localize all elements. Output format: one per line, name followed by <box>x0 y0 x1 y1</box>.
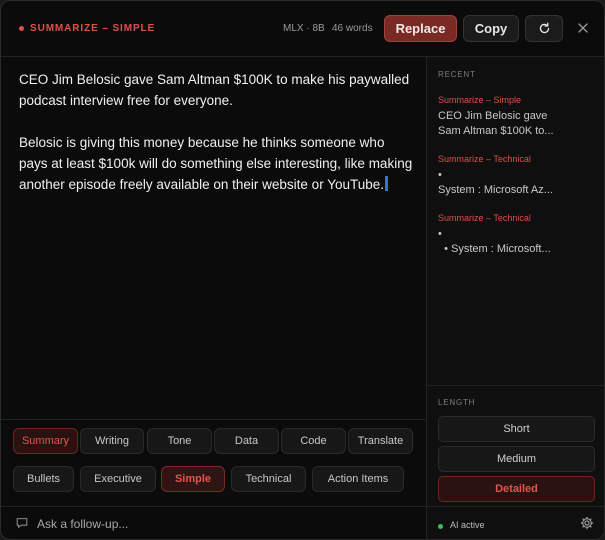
copy-button[interactable]: Copy <box>463 15 519 42</box>
recent-item-tag: Summarize – Technical <box>438 213 531 223</box>
recent-item-tag: Summarize – Simple <box>438 95 522 105</box>
replace-button[interactable]: Replace <box>384 15 457 42</box>
mode-indicator: SUMMARIZE – SIMPLE <box>19 23 155 34</box>
chip-tone[interactable]: Tone <box>147 428 212 454</box>
chip-technical[interactable]: Technical <box>231 466 306 492</box>
mode-chips: Summary Writing Tone Data Code Translate… <box>1 419 426 506</box>
recent-item-tag: Summarize – Technical <box>438 154 531 164</box>
status-indicator <box>438 524 443 529</box>
app-window: SUMMARIZE – SIMPLE MLX · 8B 46 words Rep… <box>0 0 605 540</box>
chat-bubble-icon <box>15 516 29 530</box>
chip-summary[interactable]: Summary <box>13 428 78 454</box>
recent-item-preview: CEO Jim Belosic gave Sam Altman $100K to… <box>438 110 554 137</box>
close-button[interactable] <box>576 21 590 35</box>
output-text[interactable]: CEO Jim Belosic gave Sam Altman $100K to… <box>19 69 414 216</box>
sidebar: RECENT Summarize – Simple CEO Jim Belosi… <box>426 57 604 539</box>
output-paragraph: CEO Jim Belosic gave Sam Altman $100K to… <box>19 72 410 108</box>
followup-input[interactable] <box>37 514 417 534</box>
chip-data[interactable]: Data <box>214 428 279 454</box>
gear-icon <box>580 516 594 530</box>
mode-dot <box>19 26 24 31</box>
status-text: AI active <box>450 520 485 530</box>
chip-code[interactable]: Code <box>281 428 346 454</box>
chip-translate[interactable]: Translate <box>348 428 413 454</box>
word-count: 46 words <box>332 23 373 34</box>
chip-executive[interactable]: Executive <box>80 466 156 492</box>
recent-item[interactable]: Summarize – Technical • • System : Micro… <box>438 213 598 257</box>
recent-item[interactable]: Summarize – Simple CEO Jim Belosic gave … <box>438 95 598 139</box>
recent-item-preview: • • System : Microsoft... <box>438 228 551 255</box>
length-medium-button[interactable]: Medium <box>438 446 595 472</box>
header: SUMMARIZE – SIMPLE MLX · 8B 46 words Rep… <box>1 1 604 57</box>
length-heading: LENGTH <box>438 398 476 407</box>
length-short-button[interactable]: Short <box>438 416 595 442</box>
followup-bar <box>1 506 426 539</box>
chip-action-items[interactable]: Action Items <box>312 466 404 492</box>
mode-label: SUMMARIZE – SIMPLE <box>30 23 156 34</box>
regenerate-button[interactable] <box>525 15 563 42</box>
chip-simple[interactable]: Simple <box>161 466 225 492</box>
recent-item[interactable]: Summarize – Technical • System : Microso… <box>438 154 598 198</box>
chip-writing[interactable]: Writing <box>80 428 144 454</box>
length-detailed-button[interactable]: Detailed <box>438 476 595 502</box>
close-icon <box>578 23 588 33</box>
text-caret <box>385 176 388 191</box>
output-paragraph: Belosic is giving this money because he … <box>19 135 413 192</box>
settings-button[interactable] <box>580 516 594 530</box>
recent-heading: RECENT <box>438 70 476 79</box>
refresh-icon <box>539 22 549 34</box>
chip-bullets[interactable]: Bullets <box>13 466 74 492</box>
recent-item-preview: • System : Microsoft Az... <box>438 169 553 196</box>
model-label: MLX · 8B <box>283 23 325 34</box>
status-bar: AI active <box>427 506 604 539</box>
